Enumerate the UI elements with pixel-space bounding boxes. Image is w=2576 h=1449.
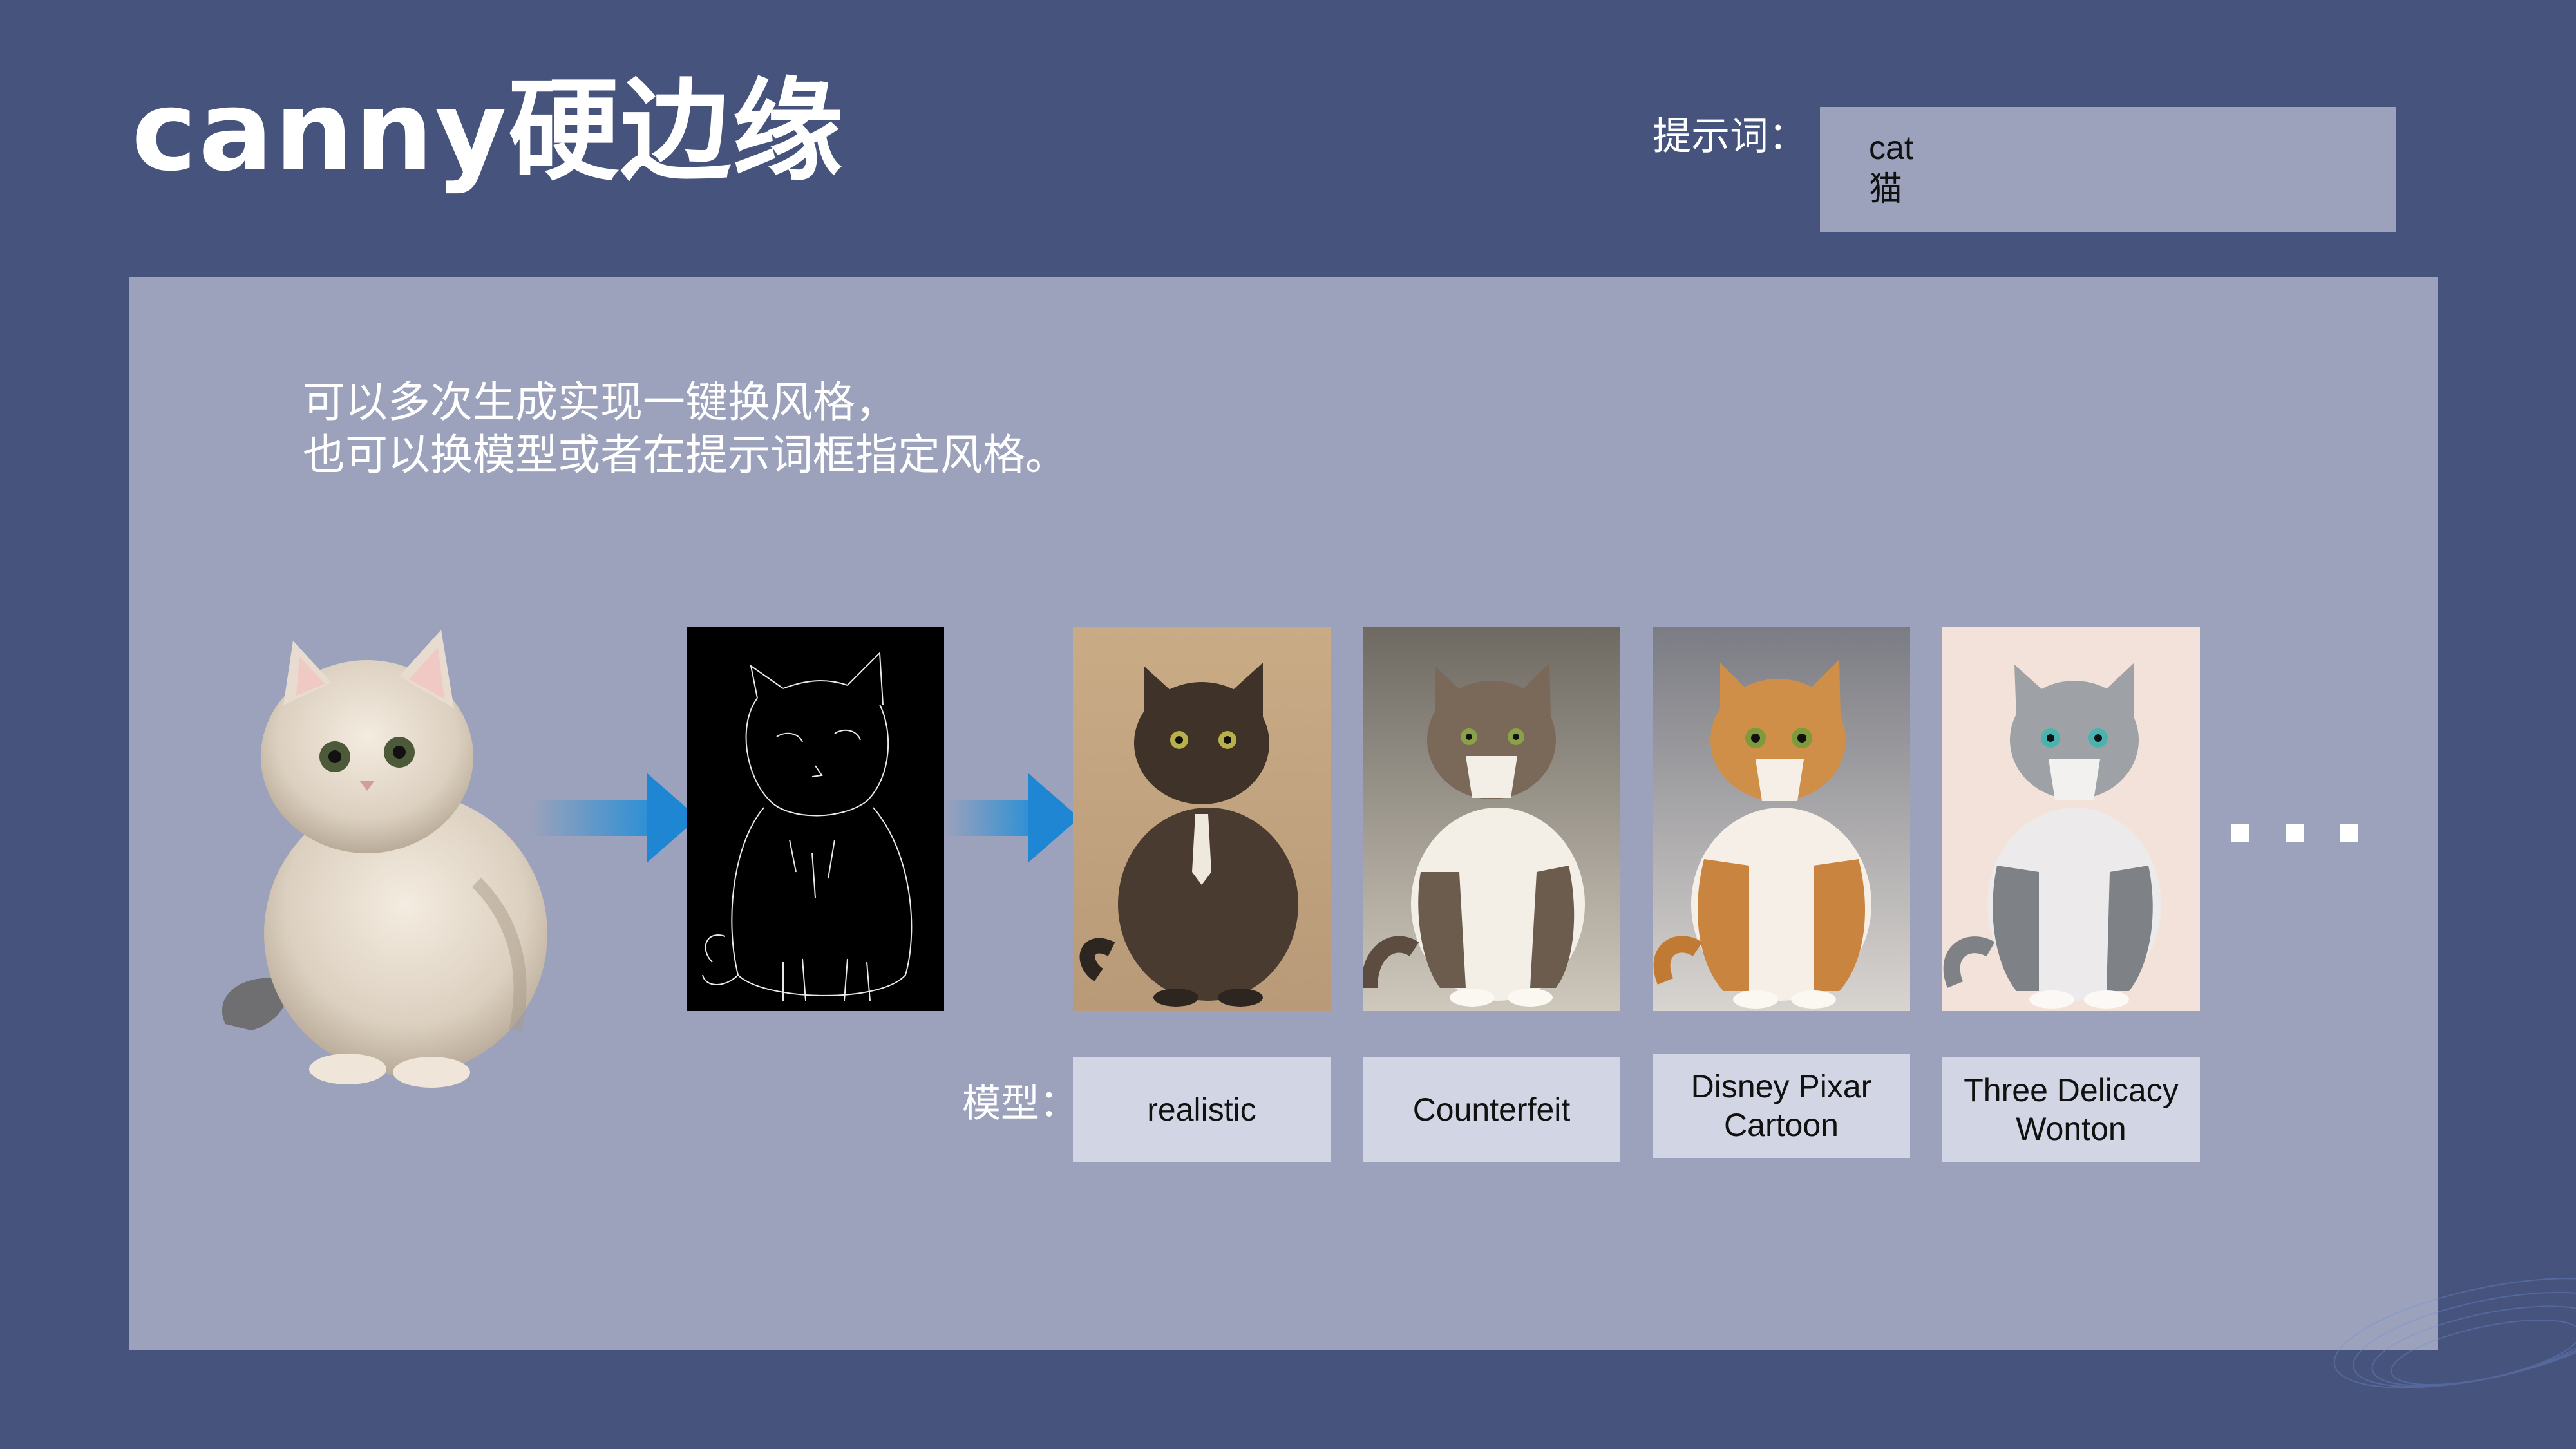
model-counterfeit: Counterfeit (1363, 1057, 1620, 1162)
canny-edge-map (687, 627, 944, 1011)
output-cat-realistic (1073, 627, 1331, 1011)
model-name-line: realistic (1147, 1092, 1256, 1128)
model-three-delicacy-wonton: Three Delicacy Wonton (1942, 1057, 2200, 1162)
page-title: canny硬边缘 (131, 66, 845, 196)
model-name-line: Wonton (2016, 1111, 2126, 1147)
decorative-swirl (2333, 1278, 2576, 1388)
description: 可以多次生成实现一键换风格， 也可以换模型或者在提示词框指定风格。 (303, 376, 1068, 482)
output-cat-disney-pixar-cartoon (1653, 627, 1910, 1011)
model-name-line: Three Delicacy (1964, 1072, 2179, 1108)
model-realistic: realistic (1073, 1057, 1331, 1162)
right-arrow-icon (944, 773, 1079, 863)
prompt-line-english: cat (1869, 129, 1914, 167)
model-label: 模型： (962, 1081, 1078, 1126)
output-cat-three-delicacy-wonton (1942, 627, 2200, 1011)
prompt-box: cat 猫 (1820, 107, 2396, 232)
description-line-2: 也可以换模型或者在提示词框指定风格。 (303, 430, 1068, 480)
model-disney-pixar-cartoon: Disney Pixar Cartoon (1653, 1054, 1910, 1158)
model-name-line: Counterfeit (1412, 1092, 1571, 1128)
right-arrow-icon (531, 773, 698, 863)
source-cat-photo (213, 612, 567, 1088)
model-name-line: Disney Pixar (1690, 1068, 1872, 1104)
prompt-line-chinese: 猫 (1869, 171, 1903, 208)
output-cat-counterfeit (1363, 627, 1620, 1011)
prompt-label: 提示词： (1653, 114, 1807, 159)
description-line-1: 可以多次生成实现一键换风格， (303, 377, 898, 427)
model-name-line: Cartoon (1724, 1107, 1839, 1143)
